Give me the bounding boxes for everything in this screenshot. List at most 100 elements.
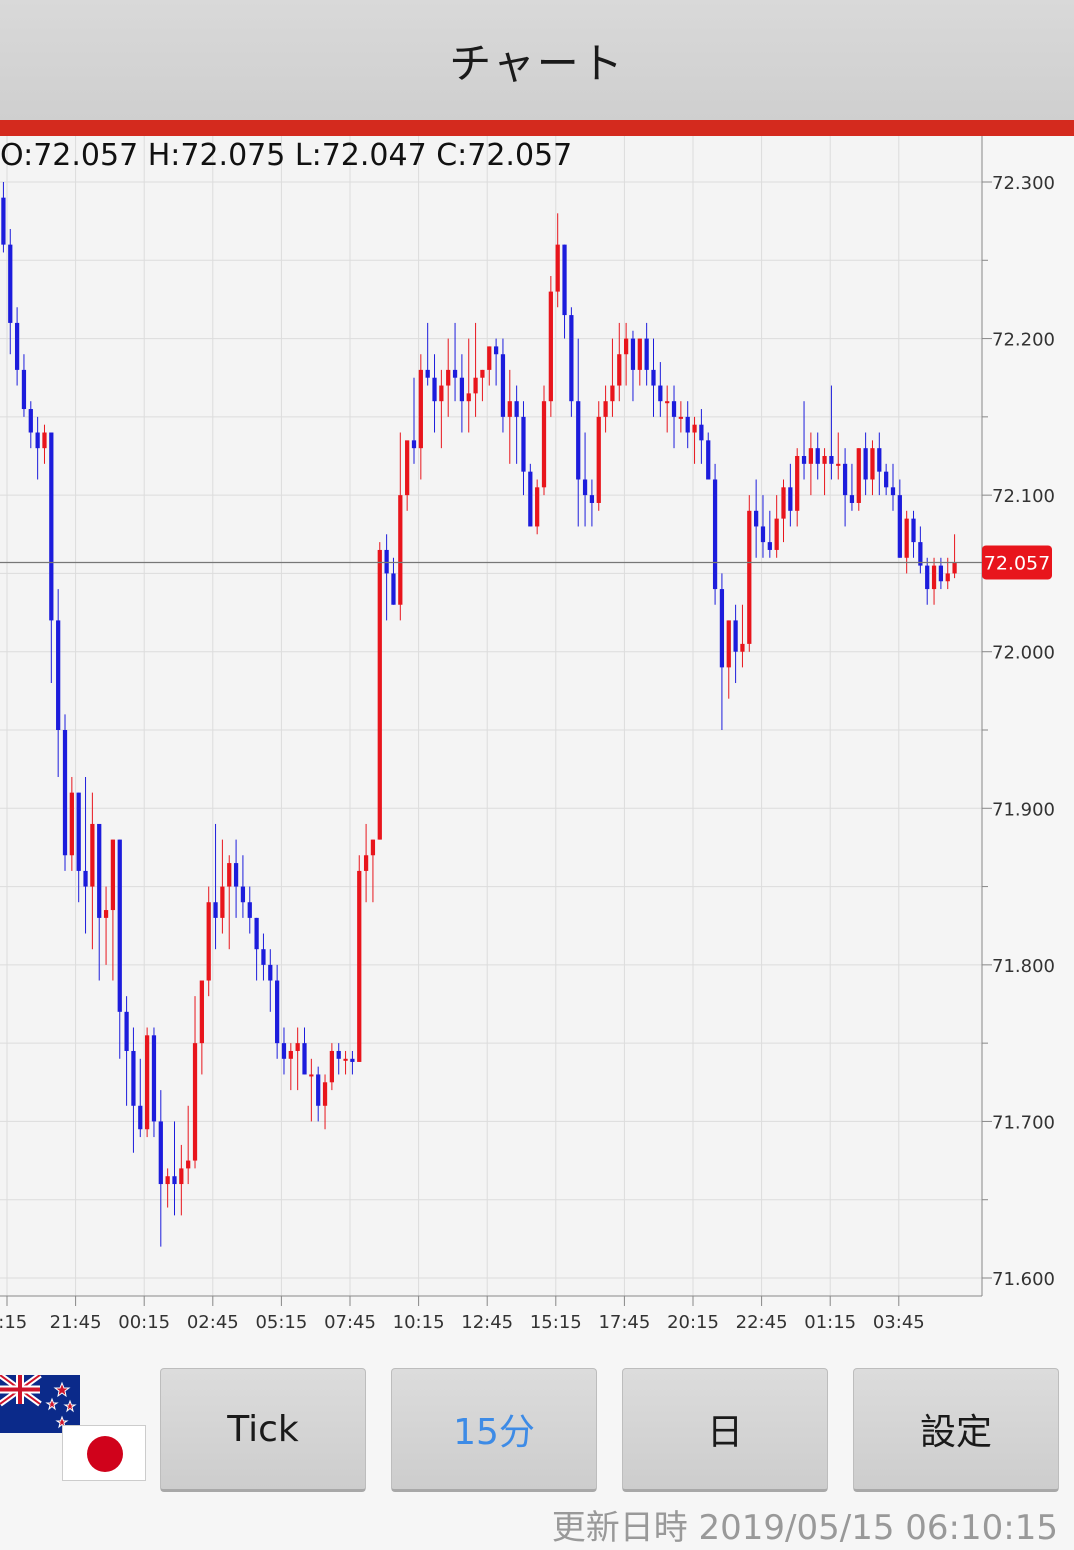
candle-body: [124, 1011, 129, 1051]
candle-body: [665, 401, 670, 404]
candle-body: [268, 964, 273, 981]
candle-body: [842, 463, 848, 496]
candle-body: [521, 416, 526, 472]
candle-body: [76, 792, 81, 871]
candle-body: [822, 456, 827, 464]
candle-body: [617, 354, 622, 386]
candle-body: [240, 886, 246, 903]
candle-body: [726, 620, 731, 668]
candle-body: [528, 471, 533, 527]
candle-body: [692, 424, 697, 433]
candle-body: [432, 377, 437, 402]
candle-body: [213, 902, 218, 918]
candle-body: [56, 620, 61, 730]
candle-body: [398, 495, 403, 605]
candle-body: [480, 369, 485, 378]
candle-body: [199, 980, 204, 1044]
candle-body: [192, 1043, 198, 1161]
candle-body: [795, 456, 800, 511]
candle-body: [836, 463, 841, 466]
x-tick-label: 07:45: [324, 1312, 376, 1333]
settings-button-label: 設定: [919, 1412, 992, 1453]
candle-body: [856, 448, 861, 503]
y-tick-label: 71.800: [992, 956, 1055, 977]
jpy-flag-icon[interactable]: [62, 1425, 146, 1481]
candle-body: [589, 495, 595, 503]
candle-body: [535, 487, 540, 527]
current-price-label: 72.057: [984, 552, 1050, 574]
candle-body: [69, 792, 74, 856]
candle-body: [425, 369, 430, 378]
candle-body: [706, 440, 711, 480]
candle-body: [555, 244, 560, 292]
candle-body: [384, 549, 389, 574]
tick-button[interactable]: Tick: [160, 1368, 366, 1492]
candle-body: [877, 448, 882, 472]
candle-body: [165, 1176, 170, 1185]
candle-body: [884, 471, 889, 488]
candle-body: [405, 440, 410, 496]
candle-body: [90, 823, 95, 887]
candle-body: [514, 401, 519, 417]
ohlc-readout: O:72.057 H:72.075 L:72.047 C:72.057: [0, 138, 573, 173]
candle-body: [637, 338, 642, 370]
x-tick-label: 15:15: [530, 1312, 582, 1333]
candle-body: [21, 369, 27, 410]
candle-body: [719, 589, 725, 668]
jp-flag-sun: [87, 1436, 123, 1472]
candle-body: [740, 643, 745, 652]
candle-body: [576, 401, 581, 480]
candle-body: [49, 432, 54, 621]
candle-body: [363, 855, 369, 871]
candle-body: [610, 385, 615, 402]
candle-body: [302, 1043, 307, 1075]
candle-body: [322, 1082, 328, 1106]
candle-body: [357, 870, 362, 1062]
candle-body: [439, 385, 444, 402]
candle-body: [14, 322, 20, 370]
candle-body: [158, 1121, 163, 1185]
daily-button[interactable]: 日: [622, 1368, 828, 1492]
x-tick-label: 03:45: [873, 1312, 925, 1333]
tick-button-label: Tick: [227, 1408, 299, 1450]
x-tick-label: 12:45: [461, 1312, 513, 1333]
y-tick-label: 72.200: [992, 330, 1055, 351]
candle-body: [28, 409, 33, 433]
candle-body: [138, 1105, 143, 1130]
candle-body: [343, 1058, 348, 1061]
chart-svg[interactable]: 9:15 21:45 00:15 02:45 05:15 07:45 10:15 12:45 1…: [0, 136, 1074, 1340]
candle-body: [42, 432, 47, 449]
candle-body: [671, 401, 677, 417]
candle-body: [890, 487, 896, 496]
candle-body: [97, 823, 102, 918]
candle-body: [863, 448, 868, 480]
candle-body: [275, 980, 280, 1044]
candle-body: [801, 456, 807, 464]
x-tick-label: 17:45: [598, 1312, 650, 1333]
interval-15min-button[interactable]: 15分: [391, 1368, 597, 1492]
candle-body: [952, 562, 957, 574]
settings-button[interactable]: 設定: [853, 1368, 1059, 1492]
candle-body: [760, 526, 766, 543]
y-tick-label: 71.900: [992, 799, 1055, 820]
candle-body: [83, 870, 88, 887]
candle-body: [8, 244, 13, 323]
candle-body: [897, 495, 902, 558]
x-tick-label: 10:15: [393, 1312, 445, 1333]
candle-body: [904, 518, 909, 558]
candlestick-chart[interactable]: 9:15 21:45 00:15 02:45 05:15 07:45 10:15 12:45 1…: [0, 136, 1074, 1340]
candle-body: [233, 863, 239, 887]
candle-body: [945, 573, 950, 582]
x-tick-label: 00:15: [118, 1312, 170, 1333]
x-tick-label: 05:15: [255, 1312, 307, 1333]
y-tick-label: 72.000: [992, 643, 1055, 664]
y-tick-label: 71.700: [992, 1112, 1055, 1133]
candle-body: [466, 393, 471, 402]
candle-body: [1, 197, 6, 245]
candle-body: [624, 338, 629, 355]
candle-body: [712, 479, 718, 590]
candle-body: [849, 495, 855, 503]
candle-body: [767, 542, 772, 550]
candle-body: [603, 401, 608, 417]
x-tick-label: 22:45: [736, 1312, 788, 1333]
